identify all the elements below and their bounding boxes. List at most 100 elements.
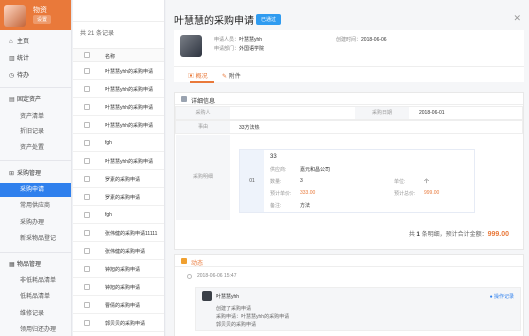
list-item[interactable]: 叶慧慧yhh的采购申请	[73, 80, 164, 98]
list-item[interactable]: 郭贝贝的采购申请	[73, 314, 164, 332]
sidebar-item-durables[interactable]: 非低耗品清单	[0, 274, 71, 288]
list-item[interactable]: fgh	[73, 206, 164, 224]
activity-time: 2018-06-06 15:47	[197, 273, 237, 279]
list-item-title: 叶慧慧yhh的采购申请	[105, 87, 154, 93]
total-price-label: 预计总价:	[394, 191, 416, 197]
sidebar-header: 物资 设置	[0, 0, 71, 30]
sidebar-group-purchase[interactable]: ⊞ 采购管理	[0, 167, 71, 181]
list-item[interactable]: 钟旭的采购申请	[73, 260, 164, 278]
sidebar-item-todo[interactable]: ◷ 待办	[0, 69, 71, 83]
applicant-card: 申请人员：叶慧慧yhh 申请部门：外国语学院 创建时间：2018-06-06	[174, 30, 524, 68]
activity-line: 采购申请：叶慧慧yhh的采购申请	[216, 314, 290, 320]
list-item[interactable]: 张伟健的采购申请11111	[73, 224, 164, 242]
list-item[interactable]: 钟旭的采购申请	[73, 278, 164, 296]
detail-label: 采购明细	[176, 135, 230, 220]
goods-icon: ▦	[9, 262, 15, 268]
list-item[interactable]: 罗素的采购申请	[73, 170, 164, 188]
row-checkbox[interactable]	[84, 194, 90, 200]
tab-overview[interactable]: ▣ 概况	[188, 71, 208, 80]
list-toolbar	[73, 0, 164, 22]
info-icon	[181, 96, 187, 102]
list-item-title: 叶慧慧yhh的采购申请	[105, 69, 154, 75]
list-item[interactable]: 叶慧慧yhh的采购申请	[73, 98, 164, 116]
reason-label: 事由	[176, 121, 230, 133]
applicant-label: 申请人员：叶慧慧yhh	[214, 37, 263, 43]
list-item-title: fgh	[105, 212, 112, 218]
row-checkbox[interactable]	[84, 158, 90, 164]
purchase-item-card[interactable]: 01 33 供应商: 嘉元和昌公司 数量: 3 单位: 个 预计单价: 333.…	[239, 149, 475, 213]
list-item[interactable]: 罗素的采购申请	[73, 188, 164, 206]
sidebar-item-consumables[interactable]: 低耗品清单	[0, 290, 71, 304]
activity-line: 郭贝贝的采购申请	[216, 322, 257, 328]
section-header: 详细信息	[175, 93, 523, 105]
note-value: 方法	[300, 203, 311, 209]
activity-line: 创建了采购申请	[216, 306, 252, 312]
app-avatar	[4, 5, 26, 27]
row-checkbox[interactable]	[84, 176, 90, 182]
activity-log-link[interactable]: ● 操作记录	[490, 293, 514, 300]
unit-price-value: 333.00	[300, 190, 316, 196]
list-item-title: fgh	[105, 140, 112, 146]
sidebar-group-goods[interactable]: ▦ 物品管理	[0, 258, 71, 272]
attachment-icon: ✎	[222, 74, 229, 80]
row-checkbox[interactable]	[84, 284, 90, 290]
list-item-title: 罗素的采购申请	[105, 177, 141, 183]
row-checkbox[interactable]	[84, 68, 90, 74]
app-name: 物资	[33, 7, 47, 14]
sidebar-divider	[0, 160, 71, 161]
list-item-title: 钟旭的采购申请	[105, 285, 141, 291]
sidebar-item-depreciation[interactable]: 折旧记录	[0, 125, 71, 139]
list-item[interactable]: 叶慧慧yhh的采购申请	[73, 152, 164, 170]
activity-user: 叶慧慧yhh	[216, 294, 240, 300]
list-item-title: 张伟健的采购申请11111	[105, 231, 158, 237]
overview-icon: ▣	[188, 74, 196, 80]
select-all-checkbox[interactable]	[84, 52, 90, 58]
row-checkbox[interactable]	[84, 230, 90, 236]
row-checkbox[interactable]	[84, 140, 90, 146]
row-checkbox[interactable]	[84, 248, 90, 254]
column-header-name: 名称	[105, 54, 116, 60]
sidebar-item-borrow-return[interactable]: 领用归还办理	[0, 323, 71, 336]
settings-badge[interactable]: 设置	[33, 15, 52, 24]
unit-value: 个	[424, 179, 430, 185]
sidebar-item-repairs[interactable]: 维修记录	[0, 307, 71, 321]
assets-icon: ▤	[9, 97, 15, 103]
created-time: 创建时间：2018-06-06	[336, 37, 387, 43]
list-item[interactable]: 曹倩的采购申请	[73, 296, 164, 314]
row-checkbox[interactable]	[84, 86, 90, 92]
avatar	[202, 291, 212, 301]
row-checkbox[interactable]	[84, 104, 90, 110]
list-item[interactable]: 叶慧慧yhh的采购申请	[73, 116, 164, 134]
sidebar-item-home[interactable]: ⌂ 主页	[0, 35, 71, 49]
sidebar-group-assets[interactable]: ▤ 固定资产	[0, 93, 71, 107]
item-name: 33	[270, 154, 277, 160]
sidebar-item-purchase-process[interactable]: 采购办理	[0, 216, 71, 230]
row-checkbox[interactable]	[84, 302, 90, 308]
sidebar-item-new-goods[interactable]: 新采物品登记	[0, 232, 71, 246]
sidebar-item-disposal[interactable]: 资产处置	[0, 141, 71, 155]
unit-label: 单位:	[394, 179, 406, 185]
sidebar-divider	[0, 87, 71, 88]
activity-icon	[181, 258, 187, 264]
note-label: 备注:	[270, 203, 282, 209]
item-index: 01	[240, 150, 264, 212]
list-item[interactable]: 叶慧慧yhh的采购申请	[73, 62, 164, 80]
sidebar: 物资 设置 ⌂ 主页 ▥ 统计 ◷ 待办 ▤ 固定资产 资产清单 折旧记录 资产处置 ⊞…	[0, 0, 72, 336]
list-item[interactable]: 张伟健的采购申请	[73, 242, 164, 260]
row-checkbox[interactable]	[84, 122, 90, 128]
tab-attachments[interactable]: ✎ 附件	[222, 71, 241, 80]
sidebar-item-purchase-request[interactable]: 采购申请	[0, 183, 71, 197]
list-item[interactable]: fgh	[73, 134, 164, 152]
row-checkbox[interactable]	[84, 320, 90, 326]
row-checkbox[interactable]	[84, 212, 90, 218]
timeline-dot	[187, 274, 192, 279]
close-icon[interactable]: ✕	[513, 13, 521, 24]
row-checkbox[interactable]	[84, 266, 90, 272]
detail-panel: 叶慧慧的采购申请 已通过 ✕ 申请人员：叶慧慧yhh 申请部门：外国语学院 创建…	[166, 0, 529, 336]
list-item-title: 叶慧慧yhh的采购申请	[105, 123, 154, 129]
list-item[interactable]: 郭贝贝的采购申请	[73, 332, 164, 336]
sidebar-item-stats[interactable]: ▥ 统计	[0, 52, 71, 66]
sidebar-item-suppliers[interactable]: 常用供应商	[0, 199, 71, 213]
supplier-label: 供应商:	[270, 167, 287, 173]
sidebar-item-asset-list[interactable]: 资产清单	[0, 110, 71, 124]
